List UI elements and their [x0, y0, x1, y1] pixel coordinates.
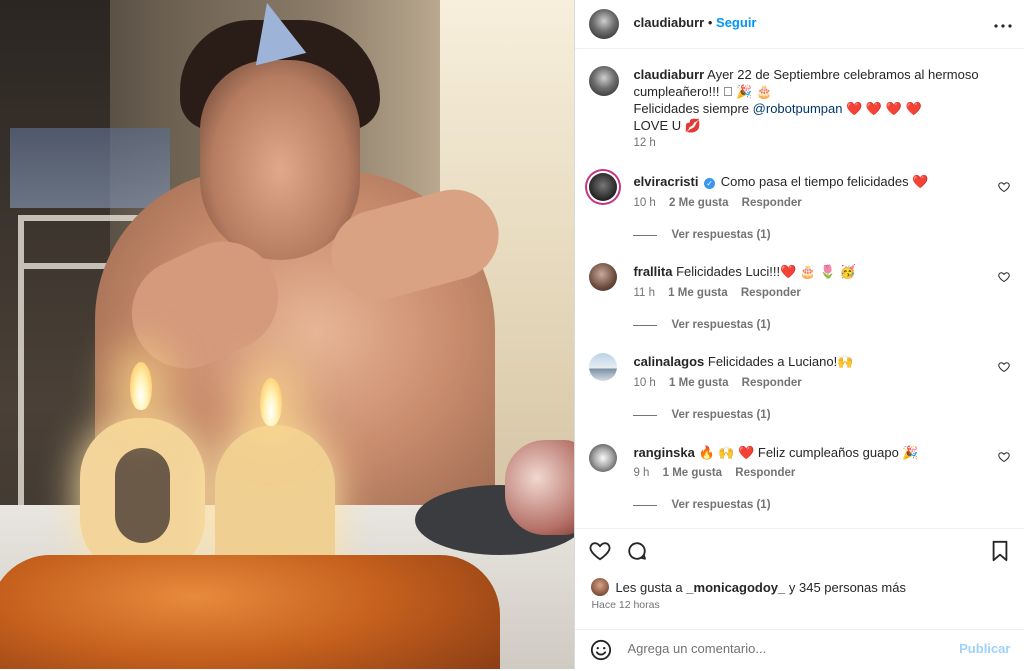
caption-line-3: Felicidades siempre @robotpumpan ❤️ ❤️ ❤…	[633, 100, 1003, 117]
comment-body: frallita Felicidades Luci!!!❤️ 🎂 🌷 🥳	[633, 263, 963, 280]
view-replies-button[interactable]: Ver respuestas (1)	[633, 229, 771, 241]
replies-line	[633, 324, 658, 326]
photo-window	[10, 128, 170, 208]
replies-line	[633, 414, 658, 416]
reply-button[interactable]: Responder	[735, 467, 795, 479]
caption-line-1: claudiaburr Ayer 22 de Septiembre celebr…	[633, 66, 1003, 83]
author-line: claudiaburr • Seguir	[633, 15, 756, 30]
more-options-icon[interactable]	[994, 10, 1013, 34]
post-actions: Les gusta a _monicagodoy_ y 345 personas…	[575, 528, 1024, 670]
view-replies-button[interactable]: Ver respuestas (1)	[633, 409, 771, 421]
comment-meta: 10 h 2 Me gusta Responder	[633, 197, 811, 209]
comment-body: calinalagos Felicidades a Luciano!🙌	[633, 353, 963, 370]
comment-meta: 10 h 1 Me gusta Responder	[633, 377, 811, 389]
caption-meta: 12 h	[633, 137, 665, 149]
comment-likes-count[interactable]: 1 Me gusta	[668, 287, 727, 299]
comment-time[interactable]: 9 h	[633, 467, 649, 479]
view-replies-label: Ver respuestas (1)	[671, 229, 771, 241]
comment-username[interactable]: frallita	[633, 264, 672, 279]
photo-candle-flame	[130, 362, 152, 410]
heart-outline-icon[interactable]	[998, 451, 1012, 465]
post-time[interactable]: Hace 12 horas	[591, 599, 659, 611]
caption-line-2: cumpleañero!!! 🏻 🎉 🎂	[633, 84, 773, 99]
likes-summary[interactable]: Les gusta a _monicagodoy_ y 345 personas…	[591, 578, 906, 596]
view-replies-label: Ver respuestas (1)	[671, 499, 771, 511]
view-replies-button[interactable]: Ver respuestas (1)	[633, 499, 771, 511]
author-username[interactable]: claudiaburr	[633, 15, 704, 30]
caption-author-avatar[interactable]	[589, 66, 620, 96]
heart-icon[interactable]	[589, 540, 611, 565]
caption-mention-link[interactable]: @robotpumpan	[753, 101, 843, 116]
comment-text: 🔥 🙌 ❤️ Feliz cumpleaños guapo 🎉	[698, 445, 919, 460]
comment-avatar[interactable]	[589, 353, 618, 381]
comment-username[interactable]: elviracristi	[633, 174, 698, 189]
comment-time[interactable]: 10 h	[633, 197, 655, 209]
instagram-post-viewer: claudiaburr • Seguir claudiaburr Ayer 22…	[0, 0, 1024, 669]
post-photo[interactable]	[0, 0, 575, 669]
comment-username[interactable]: calinalagos	[633, 354, 704, 369]
photo-candle-number-2	[80, 418, 205, 578]
caption-text-1: Ayer 22 de Septiembre celebramos al herm…	[707, 67, 979, 82]
likes-suffix[interactable]: y 345 personas más	[789, 580, 906, 595]
comment-avatar[interactable]	[589, 173, 618, 201]
caption-username[interactable]: claudiaburr	[633, 67, 704, 82]
comment-body: ranginska 🔥 🙌 ❤️ Feliz cumpleaños guapo …	[633, 444, 963, 461]
post-caption: claudiaburr Ayer 22 de Septiembre celebr…	[633, 66, 1003, 134]
replies-line	[633, 234, 658, 236]
view-replies-label: Ver respuestas (1)	[671, 319, 771, 331]
comment-username[interactable]: ranginska	[633, 445, 694, 460]
caption-hearts: ❤️ ❤️ ❤️ ❤️	[846, 101, 922, 116]
replies-line	[633, 504, 658, 506]
smiley-icon[interactable]	[590, 639, 612, 664]
comment-likes-count[interactable]: 1 Me gusta	[663, 467, 722, 479]
comment-avatar[interactable]	[589, 263, 618, 291]
comment-likes-count[interactable]: 1 Me gusta	[669, 377, 728, 389]
view-replies-label: Ver respuestas (1)	[671, 409, 771, 421]
comment-text: Felicidades a Luciano!🙌	[707, 354, 854, 369]
comment-icon[interactable]	[626, 540, 648, 565]
reply-button[interactable]: Responder	[742, 377, 802, 389]
post-header: claudiaburr • Seguir	[575, 0, 1024, 49]
liker-avatar[interactable]	[591, 578, 610, 596]
comment-meta: 9 h 1 Me gusta Responder	[633, 467, 805, 479]
heart-outline-icon[interactable]	[998, 271, 1012, 285]
separator-dot: •	[707, 15, 717, 30]
reply-button[interactable]: Responder	[742, 197, 802, 209]
author-avatar[interactable]	[589, 9, 620, 39]
follow-button[interactable]: Seguir	[716, 15, 756, 30]
photo-candle-flame	[260, 378, 282, 426]
comment-avatar[interactable]	[589, 444, 618, 472]
likes-prefix: Les gusta a	[615, 579, 683, 595]
comment-likes-count[interactable]: 2 Me gusta	[669, 197, 728, 209]
comment-text: Como pasa el tiempo felicidades ❤️	[720, 174, 929, 189]
comment-text: Felicidades Luci!!!❤️ 🎂 🌷 🥳	[676, 264, 856, 279]
comment-time[interactable]: 11 h	[633, 287, 655, 299]
comment-bar: Publicar	[575, 629, 1024, 671]
heart-outline-icon[interactable]	[998, 181, 1012, 195]
likes-user[interactable]: _monicagodoy_	[686, 580, 785, 595]
comment-meta: 11 h 1 Me gusta Responder	[633, 287, 810, 299]
publish-button[interactable]: Publicar	[959, 641, 1010, 656]
reply-button[interactable]: Responder	[741, 287, 801, 299]
photo-birthday-cake	[0, 555, 500, 669]
comment-time[interactable]: 10 h	[633, 377, 655, 389]
view-replies-button[interactable]: Ver respuestas (1)	[633, 319, 771, 331]
caption-time[interactable]: 12 h	[633, 137, 655, 149]
photo-person-head	[200, 60, 360, 260]
comment-body: elviracristi ✓ Como pasa el tiempo felic…	[633, 173, 963, 190]
verified-badge-icon: ✓	[704, 178, 716, 189]
caption-line-4: LOVE U 💋	[633, 118, 701, 133]
post-side-panel: claudiaburr • Seguir claudiaburr Ayer 22…	[574, 0, 1024, 669]
comment-input[interactable]	[625, 640, 930, 657]
caption-text-3: Felicidades siempre	[633, 101, 750, 116]
photo-cake-roll	[505, 440, 575, 535]
heart-outline-icon[interactable]	[998, 361, 1012, 375]
bookmark-icon[interactable]	[990, 540, 1010, 565]
